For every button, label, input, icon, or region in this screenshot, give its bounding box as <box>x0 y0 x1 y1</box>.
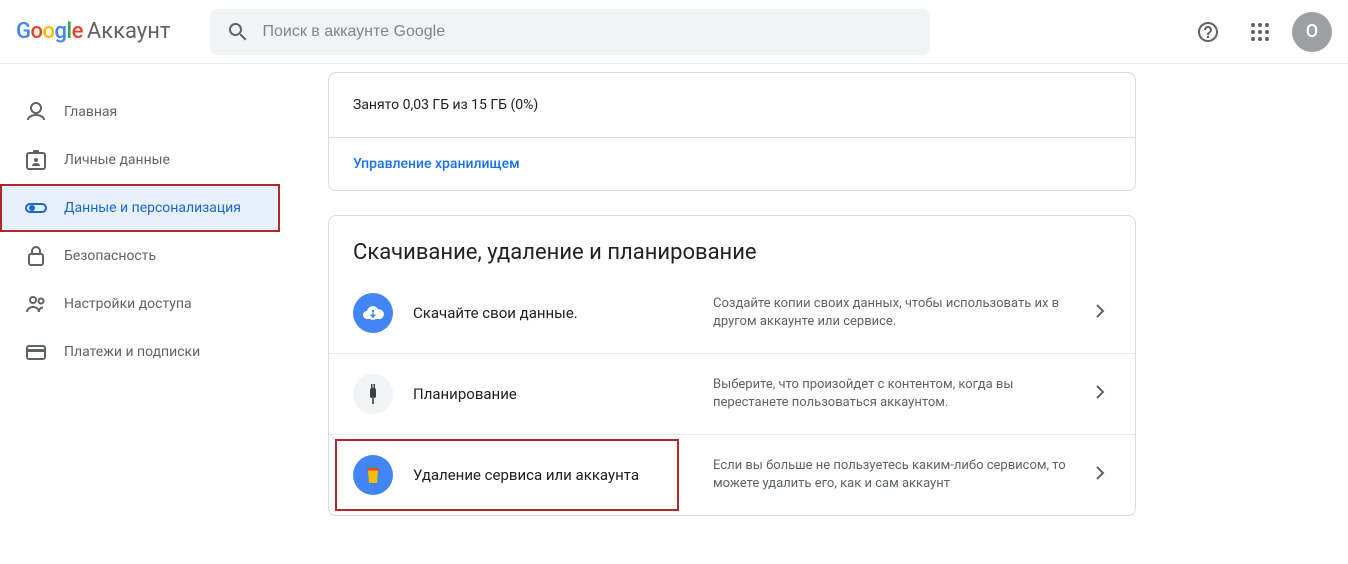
row-label: Удаление сервиса или аккаунта <box>413 466 639 484</box>
card-icon <box>24 340 48 364</box>
apps-button[interactable] <box>1240 12 1280 52</box>
home-icon <box>24 100 48 124</box>
people-icon <box>24 292 48 316</box>
row-desc: Создайте копии своих данных, чтобы испол… <box>713 295 1067 331</box>
main-content: Занято 0,03 ГБ из 15 ГБ (0%) Управление … <box>280 64 1160 564</box>
google-logo-text: Google <box>16 19 83 44</box>
plan-row[interactable]: Планирование Выберите, что произойдет с … <box>329 353 1135 434</box>
lock-icon <box>24 244 48 268</box>
search-input[interactable] <box>262 23 914 41</box>
row-desc: Если вы больше не пользуетесь каким-либо… <box>713 457 1067 493</box>
sidebar-item-label: Платежи и подписки <box>64 344 200 360</box>
sidebar-item-sharing[interactable]: Настройки доступа <box>0 280 272 328</box>
sidebar-item-label: Безопасность <box>64 248 156 264</box>
storage-usage-text: Занято 0,03 ГБ из 15 ГБ (0%) <box>329 73 1135 137</box>
row-label: Планирование <box>413 385 517 403</box>
manage-storage-link[interactable]: Управление хранилищем <box>329 138 1135 190</box>
row-desc: Выберите, что произойдет с контентом, ко… <box>713 376 1067 412</box>
plug-icon <box>353 374 393 414</box>
sidebar-item-payments[interactable]: Платежи и подписки <box>0 328 272 376</box>
id-card-icon <box>24 148 48 172</box>
sidebar-item-label: Данные и персонализация <box>64 200 241 216</box>
download-delete-card: Скачивание, удаление и планирование Скач… <box>328 215 1136 516</box>
toggle-icon <box>24 196 48 220</box>
sidebar-item-label: Главная <box>64 104 117 120</box>
sidebar-item-security[interactable]: Безопасность <box>0 232 272 280</box>
row-label: Скачайте свои данные. <box>413 304 578 322</box>
sidebar-item-data[interactable]: Данные и персонализация <box>0 184 280 232</box>
download-data-row[interactable]: Скачайте свои данные. Создайте копии сво… <box>329 273 1135 353</box>
avatar[interactable]: O <box>1292 12 1332 52</box>
storage-card: Занято 0,03 ГБ из 15 ГБ (0%) Управление … <box>328 72 1136 191</box>
apps-grid-icon <box>1248 20 1272 44</box>
chevron-right-icon <box>1087 461 1111 489</box>
search-bar[interactable] <box>210 9 930 55</box>
app-header: Google Аккаунт O <box>0 0 1348 64</box>
product-name: Аккаунт <box>87 19 171 44</box>
search-icon <box>226 20 250 44</box>
help-button[interactable] <box>1188 12 1228 52</box>
sidebar-item-personal[interactable]: Личные данные <box>0 136 272 184</box>
logo[interactable]: Google Аккаунт <box>16 19 170 44</box>
cloud-download-icon <box>353 293 393 333</box>
delete-service-row[interactable]: Удаление сервиса или аккаунта Если вы бо… <box>329 434 1135 515</box>
sidebar-item-home[interactable]: Главная <box>0 88 272 136</box>
chevron-right-icon <box>1087 380 1111 408</box>
trash-icon <box>353 455 393 495</box>
sidebar: Главная Личные данные Данные и персонали… <box>0 64 280 564</box>
help-icon <box>1196 20 1220 44</box>
sidebar-item-label: Настройки доступа <box>64 296 192 312</box>
section-title: Скачивание, удаление и планирование <box>329 216 1135 273</box>
chevron-right-icon <box>1087 299 1111 327</box>
sidebar-item-label: Личные данные <box>64 152 170 168</box>
